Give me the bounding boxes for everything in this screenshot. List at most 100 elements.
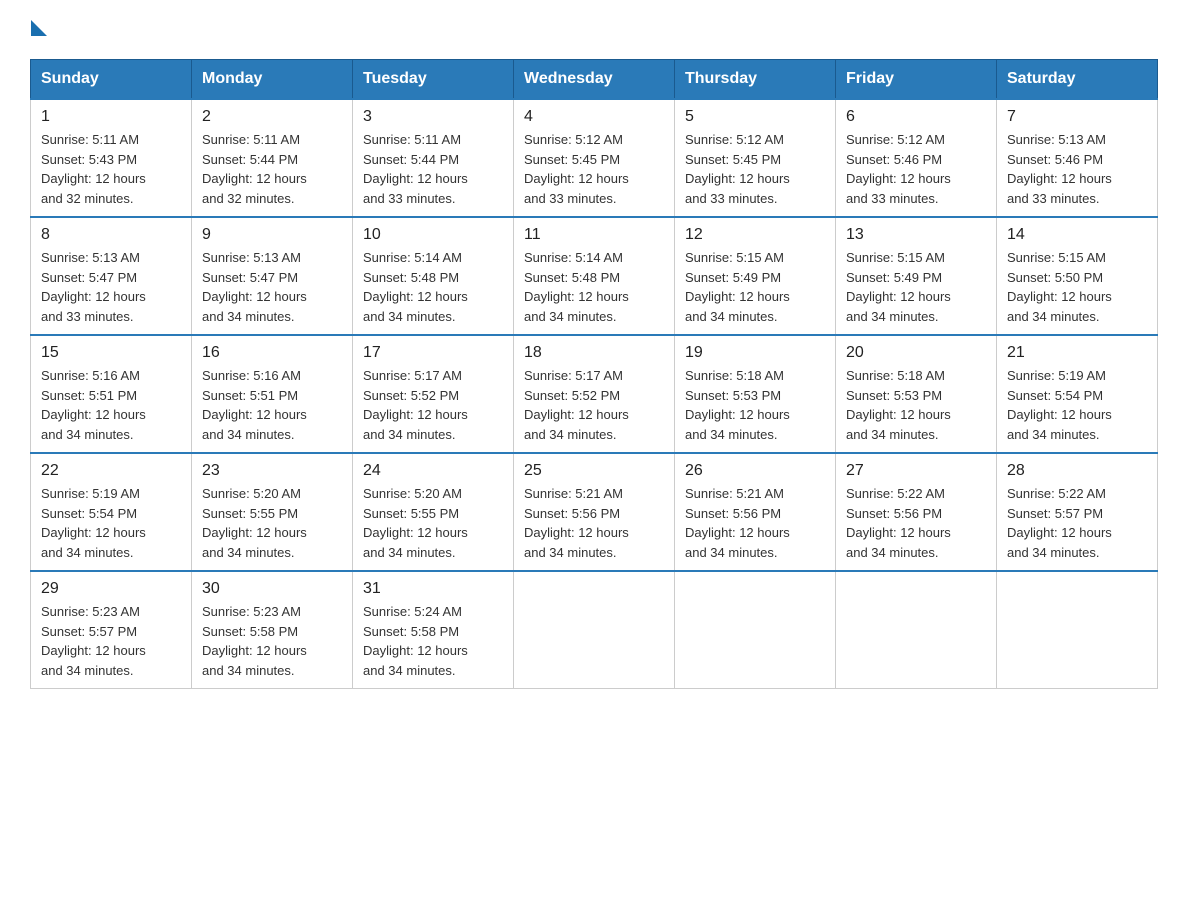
day-number: 15 <box>41 344 181 362</box>
day-info: Sunrise: 5:13 AM Sunset: 5:47 PM Dayligh… <box>41 248 181 326</box>
day-info: Sunrise: 5:11 AM Sunset: 5:43 PM Dayligh… <box>41 130 181 208</box>
day-number: 26 <box>685 462 825 480</box>
calendar-cell: 7 Sunrise: 5:13 AM Sunset: 5:46 PM Dayli… <box>997 99 1158 217</box>
day-number: 14 <box>1007 226 1147 244</box>
calendar-cell: 13 Sunrise: 5:15 AM Sunset: 5:49 PM Dayl… <box>836 217 997 335</box>
calendar-cell: 16 Sunrise: 5:16 AM Sunset: 5:51 PM Dayl… <box>192 335 353 453</box>
day-info: Sunrise: 5:23 AM Sunset: 5:58 PM Dayligh… <box>202 602 342 680</box>
day-info: Sunrise: 5:14 AM Sunset: 5:48 PM Dayligh… <box>363 248 503 326</box>
day-header-friday: Friday <box>836 60 997 100</box>
day-number: 11 <box>524 226 664 244</box>
day-info: Sunrise: 5:12 AM Sunset: 5:46 PM Dayligh… <box>846 130 986 208</box>
day-info: Sunrise: 5:21 AM Sunset: 5:56 PM Dayligh… <box>524 484 664 562</box>
logo <box>30 20 47 39</box>
day-header-saturday: Saturday <box>997 60 1158 100</box>
day-info: Sunrise: 5:14 AM Sunset: 5:48 PM Dayligh… <box>524 248 664 326</box>
calendar-cell: 6 Sunrise: 5:12 AM Sunset: 5:46 PM Dayli… <box>836 99 997 217</box>
calendar-cell: 3 Sunrise: 5:11 AM Sunset: 5:44 PM Dayli… <box>353 99 514 217</box>
calendar-cell: 12 Sunrise: 5:15 AM Sunset: 5:49 PM Dayl… <box>675 217 836 335</box>
calendar-cell <box>675 571 836 689</box>
calendar-cell: 29 Sunrise: 5:23 AM Sunset: 5:57 PM Dayl… <box>31 571 192 689</box>
calendar-table: SundayMondayTuesdayWednesdayThursdayFrid… <box>30 59 1158 689</box>
day-number: 3 <box>363 108 503 126</box>
day-info: Sunrise: 5:19 AM Sunset: 5:54 PM Dayligh… <box>41 484 181 562</box>
day-header-tuesday: Tuesday <box>353 60 514 100</box>
calendar-cell: 26 Sunrise: 5:21 AM Sunset: 5:56 PM Dayl… <box>675 453 836 571</box>
day-info: Sunrise: 5:13 AM Sunset: 5:46 PM Dayligh… <box>1007 130 1147 208</box>
day-number: 28 <box>1007 462 1147 480</box>
calendar-cell: 15 Sunrise: 5:16 AM Sunset: 5:51 PM Dayl… <box>31 335 192 453</box>
day-info: Sunrise: 5:22 AM Sunset: 5:56 PM Dayligh… <box>846 484 986 562</box>
calendar-cell <box>836 571 997 689</box>
day-info: Sunrise: 5:11 AM Sunset: 5:44 PM Dayligh… <box>202 130 342 208</box>
page-header <box>30 20 1158 39</box>
day-number: 1 <box>41 108 181 126</box>
day-number: 20 <box>846 344 986 362</box>
day-number: 18 <box>524 344 664 362</box>
day-header-monday: Monday <box>192 60 353 100</box>
calendar-cell: 1 Sunrise: 5:11 AM Sunset: 5:43 PM Dayli… <box>31 99 192 217</box>
day-info: Sunrise: 5:11 AM Sunset: 5:44 PM Dayligh… <box>363 130 503 208</box>
day-info: Sunrise: 5:12 AM Sunset: 5:45 PM Dayligh… <box>524 130 664 208</box>
day-info: Sunrise: 5:19 AM Sunset: 5:54 PM Dayligh… <box>1007 366 1147 444</box>
calendar-cell: 20 Sunrise: 5:18 AM Sunset: 5:53 PM Dayl… <box>836 335 997 453</box>
week-row-3: 15 Sunrise: 5:16 AM Sunset: 5:51 PM Dayl… <box>31 335 1158 453</box>
day-info: Sunrise: 5:16 AM Sunset: 5:51 PM Dayligh… <box>202 366 342 444</box>
calendar-cell: 4 Sunrise: 5:12 AM Sunset: 5:45 PM Dayli… <box>514 99 675 217</box>
calendar-cell: 9 Sunrise: 5:13 AM Sunset: 5:47 PM Dayli… <box>192 217 353 335</box>
week-row-2: 8 Sunrise: 5:13 AM Sunset: 5:47 PM Dayli… <box>31 217 1158 335</box>
day-number: 22 <box>41 462 181 480</box>
day-number: 25 <box>524 462 664 480</box>
day-number: 6 <box>846 108 986 126</box>
calendar-cell: 17 Sunrise: 5:17 AM Sunset: 5:52 PM Dayl… <box>353 335 514 453</box>
calendar-cell: 31 Sunrise: 5:24 AM Sunset: 5:58 PM Dayl… <box>353 571 514 689</box>
day-number: 2 <box>202 108 342 126</box>
calendar-cell: 19 Sunrise: 5:18 AM Sunset: 5:53 PM Dayl… <box>675 335 836 453</box>
day-info: Sunrise: 5:15 AM Sunset: 5:50 PM Dayligh… <box>1007 248 1147 326</box>
day-info: Sunrise: 5:13 AM Sunset: 5:47 PM Dayligh… <box>202 248 342 326</box>
day-number: 29 <box>41 580 181 598</box>
day-header-thursday: Thursday <box>675 60 836 100</box>
calendar-cell: 24 Sunrise: 5:20 AM Sunset: 5:55 PM Dayl… <box>353 453 514 571</box>
day-number: 21 <box>1007 344 1147 362</box>
week-row-1: 1 Sunrise: 5:11 AM Sunset: 5:43 PM Dayli… <box>31 99 1158 217</box>
day-header-sunday: Sunday <box>31 60 192 100</box>
week-row-5: 29 Sunrise: 5:23 AM Sunset: 5:57 PM Dayl… <box>31 571 1158 689</box>
day-number: 13 <box>846 226 986 244</box>
day-number: 31 <box>363 580 503 598</box>
day-number: 16 <box>202 344 342 362</box>
day-number: 12 <box>685 226 825 244</box>
day-number: 4 <box>524 108 664 126</box>
day-number: 19 <box>685 344 825 362</box>
calendar-cell: 2 Sunrise: 5:11 AM Sunset: 5:44 PM Dayli… <box>192 99 353 217</box>
day-info: Sunrise: 5:12 AM Sunset: 5:45 PM Dayligh… <box>685 130 825 208</box>
calendar-cell: 18 Sunrise: 5:17 AM Sunset: 5:52 PM Dayl… <box>514 335 675 453</box>
day-info: Sunrise: 5:17 AM Sunset: 5:52 PM Dayligh… <box>363 366 503 444</box>
day-number: 30 <box>202 580 342 598</box>
day-number: 27 <box>846 462 986 480</box>
day-number: 7 <box>1007 108 1147 126</box>
day-number: 17 <box>363 344 503 362</box>
calendar-cell: 11 Sunrise: 5:14 AM Sunset: 5:48 PM Dayl… <box>514 217 675 335</box>
day-info: Sunrise: 5:15 AM Sunset: 5:49 PM Dayligh… <box>846 248 986 326</box>
day-info: Sunrise: 5:16 AM Sunset: 5:51 PM Dayligh… <box>41 366 181 444</box>
day-number: 9 <box>202 226 342 244</box>
calendar-cell: 28 Sunrise: 5:22 AM Sunset: 5:57 PM Dayl… <box>997 453 1158 571</box>
day-info: Sunrise: 5:18 AM Sunset: 5:53 PM Dayligh… <box>846 366 986 444</box>
day-info: Sunrise: 5:24 AM Sunset: 5:58 PM Dayligh… <box>363 602 503 680</box>
calendar-cell: 22 Sunrise: 5:19 AM Sunset: 5:54 PM Dayl… <box>31 453 192 571</box>
calendar-cell: 14 Sunrise: 5:15 AM Sunset: 5:50 PM Dayl… <box>997 217 1158 335</box>
day-number: 8 <box>41 226 181 244</box>
day-header-wednesday: Wednesday <box>514 60 675 100</box>
calendar-cell: 10 Sunrise: 5:14 AM Sunset: 5:48 PM Dayl… <box>353 217 514 335</box>
calendar-cell: 23 Sunrise: 5:20 AM Sunset: 5:55 PM Dayl… <box>192 453 353 571</box>
calendar-cell: 27 Sunrise: 5:22 AM Sunset: 5:56 PM Dayl… <box>836 453 997 571</box>
calendar-cell <box>514 571 675 689</box>
day-info: Sunrise: 5:22 AM Sunset: 5:57 PM Dayligh… <box>1007 484 1147 562</box>
logo-arrow-icon <box>31 20 47 36</box>
calendar-cell: 8 Sunrise: 5:13 AM Sunset: 5:47 PM Dayli… <box>31 217 192 335</box>
calendar-cell <box>997 571 1158 689</box>
calendar-cell: 25 Sunrise: 5:21 AM Sunset: 5:56 PM Dayl… <box>514 453 675 571</box>
calendar-cell: 30 Sunrise: 5:23 AM Sunset: 5:58 PM Dayl… <box>192 571 353 689</box>
day-info: Sunrise: 5:15 AM Sunset: 5:49 PM Dayligh… <box>685 248 825 326</box>
